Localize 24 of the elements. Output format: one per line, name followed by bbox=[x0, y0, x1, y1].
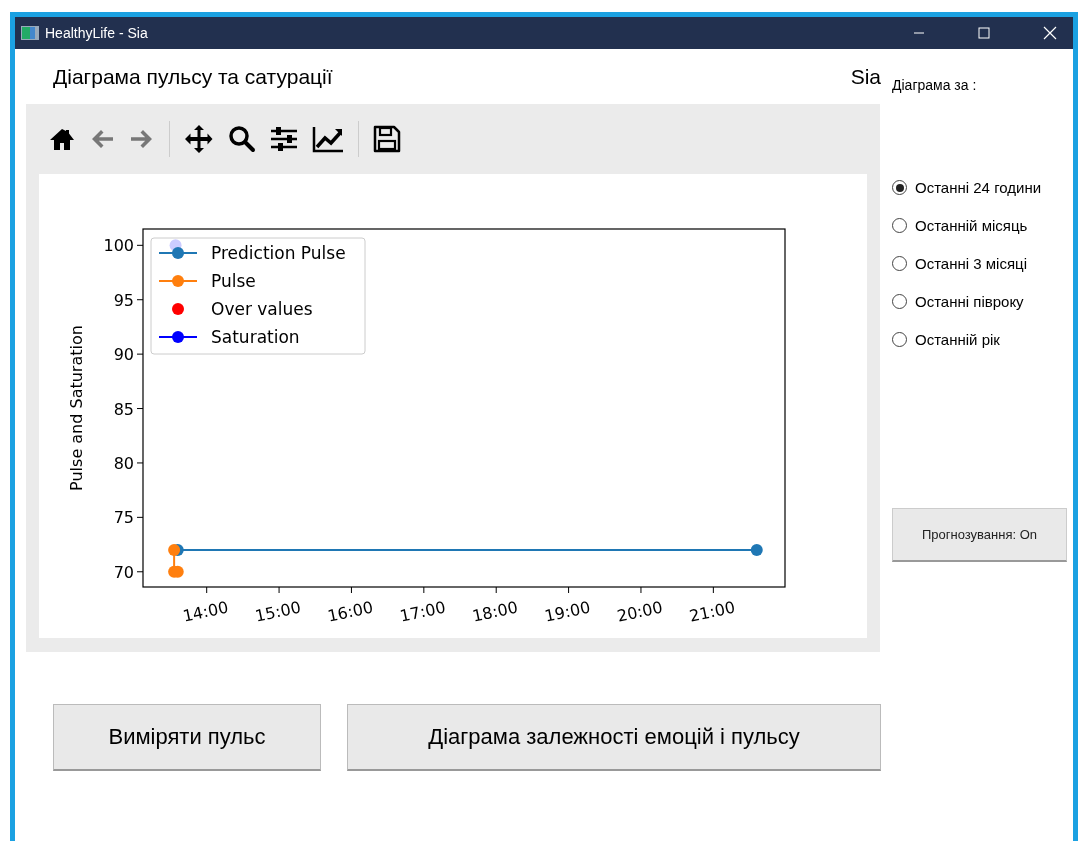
tick-label: 17:00 bbox=[398, 597, 448, 626]
legend-label: Prediction Pulse bbox=[211, 243, 346, 263]
tick-label: 16:00 bbox=[325, 597, 375, 626]
page-title: Діаграма пульсу та сатурації bbox=[53, 64, 333, 89]
tick-label: 85 bbox=[113, 399, 134, 419]
legend-label: Saturation bbox=[211, 327, 300, 347]
tick-label: 20:00 bbox=[615, 597, 665, 626]
tick-label: 15:00 bbox=[253, 597, 303, 626]
legend-label: Pulse bbox=[211, 271, 256, 291]
tick-label: 18:00 bbox=[470, 597, 520, 626]
tick-label: 21:00 bbox=[687, 597, 737, 626]
tick-label: 90 bbox=[113, 345, 134, 365]
tick-label: 14:00 bbox=[181, 597, 231, 626]
tick-label: 80 bbox=[113, 453, 134, 473]
period-label: Діаграма за : bbox=[892, 77, 978, 93]
window-title: HealthyLife - Sia bbox=[45, 25, 148, 41]
tick-label: 19:00 bbox=[542, 597, 592, 626]
tick-label: 100 bbox=[103, 236, 134, 256]
tick-label: 95 bbox=[113, 290, 134, 310]
user-name: Sia bbox=[850, 64, 881, 89]
legend-label: Over values bbox=[211, 299, 313, 319]
tick-label: 75 bbox=[113, 508, 134, 528]
tick-label: 70 bbox=[113, 562, 134, 582]
axis-label: Pulse and Saturation bbox=[67, 325, 86, 491]
